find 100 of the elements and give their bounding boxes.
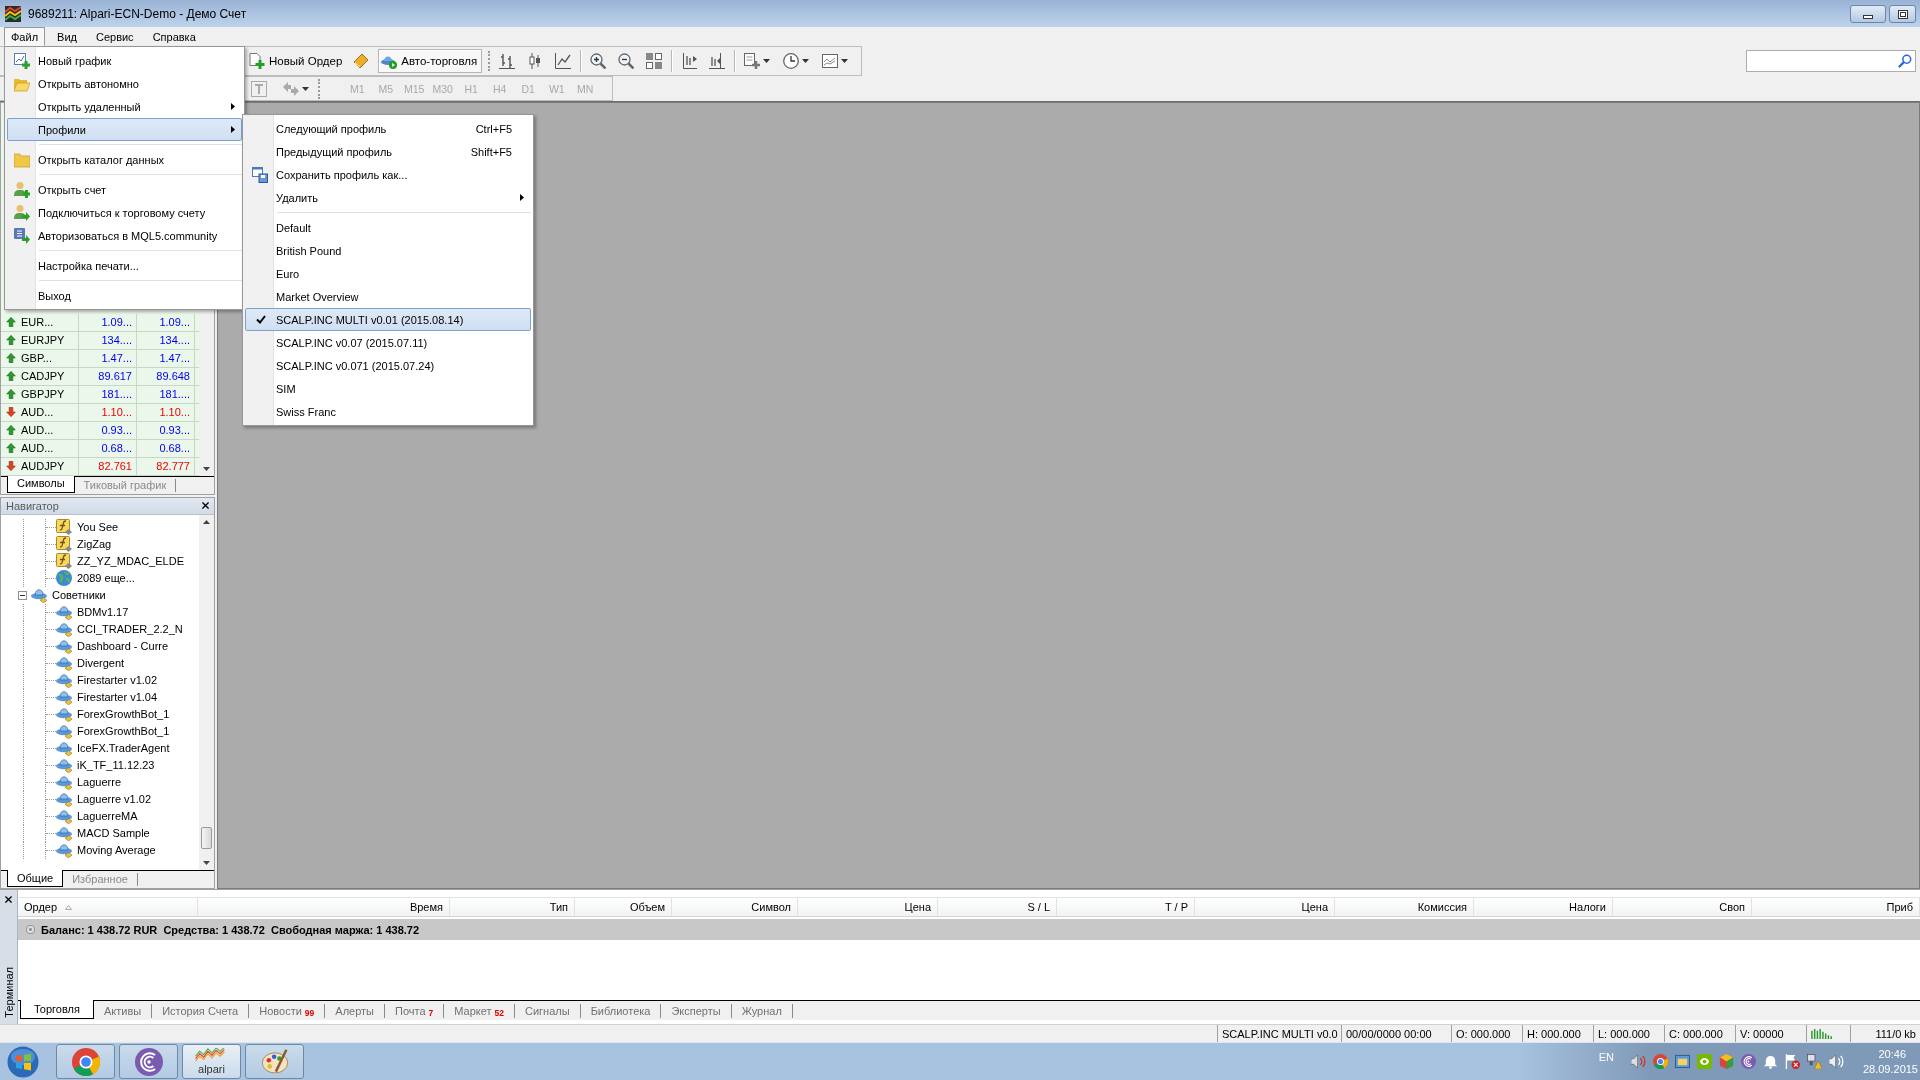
menu-item[interactable]: Euro: [245, 262, 531, 285]
zoom-in-icon[interactable]: [590, 53, 607, 69]
menu-item[interactable]: Удалить: [245, 186, 531, 209]
menu-item[interactable]: SCALP.INC v0.071 (2015.07.24): [245, 354, 531, 377]
scroll-down-icon[interactable]: [203, 466, 210, 471]
tab[interactable]: Новости 99: [249, 1004, 326, 1018]
menu-item[interactable]: Следующий профиль Ctrl+F5: [245, 117, 531, 140]
tab[interactable]: Журнал: [731, 1004, 793, 1018]
tree-item[interactable]: ForexGrowthBot_1: [77, 708, 170, 720]
menu-item[interactable]: Swiss Franc: [245, 400, 531, 423]
tab[interactable]: Общие: [7, 870, 64, 887]
menu-item[interactable]: Настройка печати...: [7, 254, 242, 277]
collapse-icon[interactable]: [18, 590, 27, 600]
bar-chart-icon[interactable]: [499, 53, 516, 69]
tree-item[interactable]: Firestarter v1.02: [77, 674, 158, 686]
tree-item[interactable]: Moving Average: [77, 844, 156, 856]
tab[interactable]: История Счета: [152, 1004, 250, 1018]
menu-item[interactable]: Открыть автономно: [7, 72, 242, 95]
scrollbar-thumb[interactable]: [201, 827, 212, 849]
close-icon[interactable]: [202, 502, 209, 509]
diamond-icon[interactable]: [353, 53, 370, 69]
tree-item[interactable]: You See: [77, 521, 119, 533]
menu-item[interactable]: Авторизоваться в MQL5.community: [7, 224, 242, 247]
menu-bar-item[interactable]: Сервис: [88, 27, 141, 46]
tree-item[interactable]: Firestarter v1.04: [77, 691, 158, 703]
taskbar-app-button[interactable]: [56, 1044, 115, 1079]
bell-icon[interactable]: [1762, 1054, 1778, 1069]
tree-item[interactable]: BDMv1.17: [77, 606, 129, 618]
auto-trading-button[interactable]: Авто-торговля: [378, 49, 483, 73]
caret-icon[interactable]: [841, 59, 849, 63]
menu-item[interactable]: Открыть счет: [7, 178, 242, 201]
column-header[interactable]: Цена: [798, 898, 938, 916]
quote-row[interactable]: EUR... 1.09... 1.09...: [1, 313, 199, 332]
column-header[interactable]: Ордер: [18, 898, 198, 916]
quote-row[interactable]: AUD... 0.93... 0.93...: [1, 421, 199, 440]
tree-item[interactable]: 2089 еще...: [77, 572, 135, 584]
tab[interactable]: Активы: [93, 1004, 153, 1018]
tab[interactable]: Библиотека: [580, 1004, 662, 1018]
menu-item[interactable]: Новый график: [7, 49, 242, 72]
caret-icon[interactable]: [763, 59, 771, 63]
menu-item[interactable]: British Pound: [245, 239, 531, 262]
taskbar-app-button[interactable]: alpari: [182, 1044, 241, 1079]
column-header[interactable]: Символ: [672, 898, 798, 916]
tree-item[interactable]: Советники: [52, 589, 106, 601]
tree-item[interactable]: Divergent: [77, 657, 125, 669]
tree-item[interactable]: MACD Sample: [77, 827, 150, 839]
tree-item[interactable]: ZZ_YZ_MDAC_ELDE: [77, 555, 184, 567]
taskbar-app-button[interactable]: [245, 1044, 304, 1079]
tree-item[interactable]: Dashboard - Curre: [77, 640, 169, 652]
menu-item[interactable]: Подключиться к торговому счету: [7, 201, 242, 224]
scroll-down-icon[interactable]: [203, 861, 210, 865]
chart-shift-icon[interactable]: [681, 53, 698, 69]
column-header[interactable]: Объем: [575, 898, 672, 916]
taskbar-app-button[interactable]: [119, 1044, 178, 1079]
tree-item[interactable]: CCI_TRADER_2.2_N: [77, 623, 183, 635]
menu-item[interactable]: SCALP.INC v0.07 (2015.07.11): [245, 331, 531, 354]
close-icon[interactable]: [5, 896, 12, 903]
tab[interactable]: Алерты: [325, 1004, 385, 1018]
speaker-icon[interactable]: [1630, 1054, 1646, 1069]
menu-bar-item[interactable]: Файл: [4, 27, 46, 46]
search-icon[interactable]: [1898, 54, 1912, 68]
menu-item[interactable]: Открыть каталог данных: [7, 148, 242, 171]
restore-button[interactable]: [1889, 5, 1916, 23]
tree-item[interactable]: ForexGrowthBot_1: [77, 725, 170, 737]
tab[interactable]: Торговля: [20, 1000, 94, 1019]
menu-item[interactable]: Открыть удаленный: [7, 95, 242, 118]
tab[interactable]: Сигналы: [515, 1004, 581, 1018]
network-warning-icon[interactable]: [1806, 1054, 1822, 1069]
tree-item[interactable]: ZigZag: [77, 538, 112, 550]
column-header[interactable]: Своп: [1613, 898, 1752, 916]
menu-item[interactable]: Default: [245, 216, 531, 239]
menu-item[interactable]: Предыдущий профиль Shift+F5: [245, 140, 531, 163]
quote-row[interactable]: GBPJPY 181.... 181....: [1, 385, 199, 404]
quote-row[interactable]: AUD... 1.10... 1.10...: [1, 403, 199, 422]
flag-x-icon[interactable]: [1784, 1054, 1800, 1069]
column-header[interactable]: Время: [198, 898, 450, 916]
menu-item[interactable]: Выход: [7, 284, 242, 307]
tree-item[interactable]: iK_TF_11.12.23: [77, 759, 155, 771]
tab[interactable]: Эксперты: [661, 1004, 732, 1018]
volume-icon[interactable]: [1828, 1054, 1844, 1069]
column-header[interactable]: Комиссия: [1335, 898, 1474, 916]
tree-item[interactable]: Laguerre v1.02: [77, 793, 151, 805]
menu-bar-item[interactable]: Справка: [145, 27, 203, 46]
clock-icon[interactable]: [783, 53, 800, 69]
tile-windows-icon[interactable]: [646, 53, 663, 69]
autoscroll-icon[interactable]: [709, 53, 726, 69]
scrollbar[interactable]: [199, 514, 214, 870]
waves-circle-icon[interactable]: [1740, 1054, 1756, 1069]
column-header[interactable]: Цена: [1195, 898, 1335, 916]
tab[interactable]: Маркет 52: [444, 1004, 515, 1018]
minimize-button[interactable]: [1850, 5, 1886, 23]
quote-row[interactable]: CADJPY 89.617 89.648: [1, 367, 199, 386]
menu-item[interactable]: Профили: [7, 118, 242, 141]
tree-item[interactable]: Laguerre: [77, 776, 122, 788]
column-header[interactable]: T / P: [1057, 898, 1195, 916]
new-order-button[interactable]: Новый Ордер: [246, 49, 348, 73]
menu-bar-item[interactable]: Вид: [50, 27, 84, 46]
menu-item[interactable]: SCALP.INC MULTI v0.01 (2015.08.14): [245, 308, 531, 331]
search-field[interactable]: [1746, 50, 1916, 72]
window-icon[interactable]: [1674, 1054, 1690, 1069]
